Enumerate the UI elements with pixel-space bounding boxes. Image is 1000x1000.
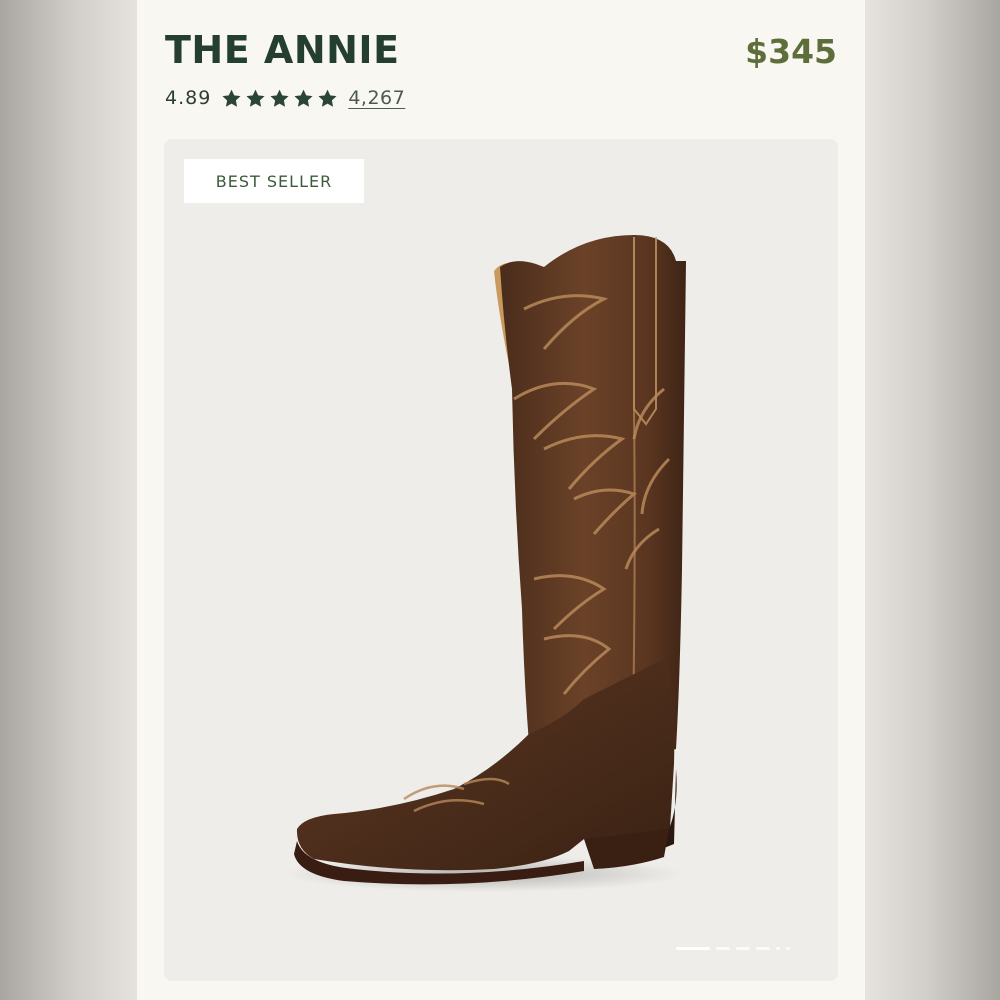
star-icon bbox=[246, 89, 265, 107]
carousel-dot[interactable] bbox=[786, 947, 790, 950]
product-gallery[interactable]: BEST SELLER bbox=[164, 139, 838, 981]
review-count-link[interactable]: 4,267 bbox=[348, 87, 405, 109]
backdrop-right bbox=[865, 0, 1000, 1000]
boot-image bbox=[284, 235, 686, 892]
backdrop-left bbox=[0, 0, 137, 1000]
rating-stars bbox=[221, 88, 338, 109]
product-card: THE ANNIE $345 4.89 4,267 BEST SELLER bbox=[137, 0, 865, 1000]
carousel-dot[interactable] bbox=[716, 947, 730, 950]
star-icon bbox=[270, 89, 289, 107]
star-icon bbox=[318, 89, 337, 107]
rating-row: 4.89 4,267 bbox=[165, 84, 405, 112]
carousel-pagination[interactable] bbox=[676, 947, 790, 950]
carousel-dot[interactable] bbox=[736, 947, 750, 950]
carousel-dot[interactable] bbox=[756, 947, 770, 950]
rating-value: 4.89 bbox=[165, 87, 212, 109]
best-seller-badge: BEST SELLER bbox=[184, 159, 364, 203]
carousel-dot[interactable] bbox=[776, 947, 780, 950]
star-icon bbox=[294, 89, 313, 107]
star-icon bbox=[222, 89, 241, 107]
product-price: $345 bbox=[745, 32, 837, 71]
carousel-dot[interactable] bbox=[676, 947, 710, 950]
product-title: THE ANNIE bbox=[165, 28, 400, 72]
